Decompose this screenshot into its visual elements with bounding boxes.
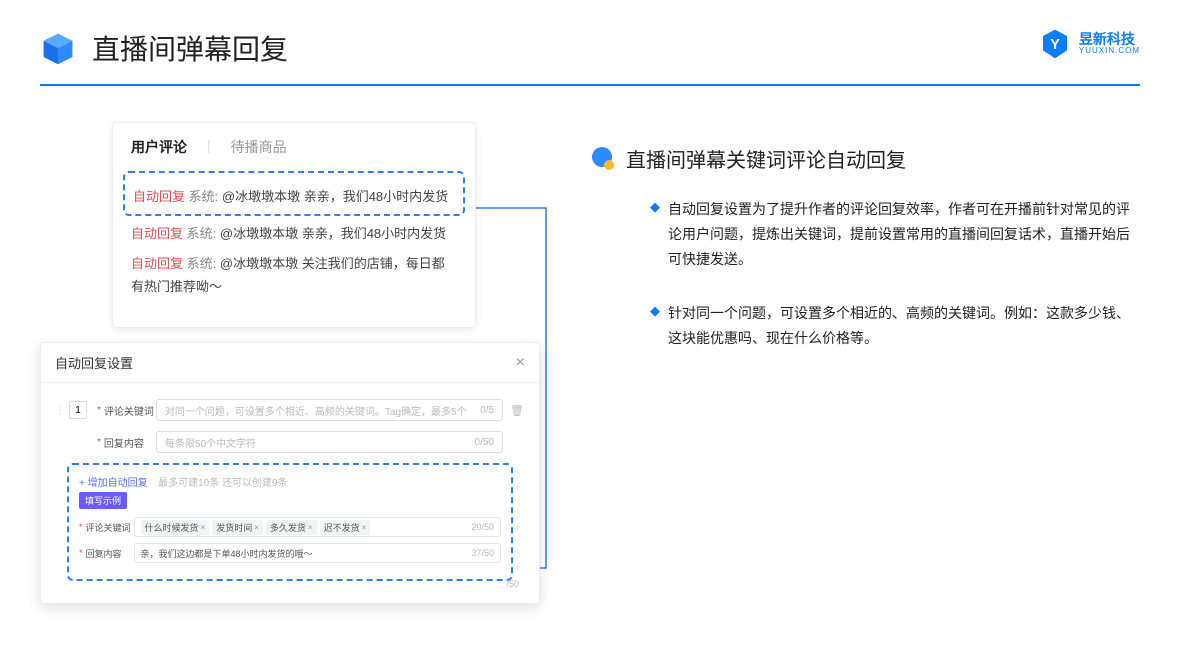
bullet-item: ◆ 自动回复设置为了提升作者的评论回复效率，作者可在开播前针对常见的评论用户问题… <box>650 197 1140 273</box>
settings-card: 自动回复设置 × ⋮⋮ 1 * 评论关键词 对同一个问题，可设置多个相近、高频的… <box>40 342 540 604</box>
ex-content-count: 37/50 <box>471 548 494 558</box>
content-count: 0/50 <box>475 437 494 448</box>
ex-content-text: 亲，我们这边都是下单48小时内发货的哦～ <box>141 547 313 560</box>
diamond-icon: ◆ <box>650 301 660 351</box>
tag-chip[interactable]: 发货时间× <box>212 520 263 535</box>
ex-keyword-label: 评论关键词 <box>86 521 134 534</box>
tag-remove-icon[interactable]: × <box>254 523 259 532</box>
main-content: 用户评论 | 待播商品 自动回复 系统: @冰墩墩本墩 亲亲，我们48小时内发货… <box>0 86 1180 602</box>
ex-keyword-count: 20/50 <box>471 522 494 532</box>
auto-reply-tag: 自动回复 <box>131 226 183 241</box>
example-keyword-row: * 评论关键词 什么时候发货×发货时间×多久发货×迟不发货× 20/50 <box>79 517 501 537</box>
close-icon[interactable]: × <box>516 354 525 372</box>
bullet-list: ◆ 自动回复设置为了提升作者的评论回复效率，作者可在开播前针对常见的评论用户问题… <box>590 197 1140 351</box>
keyword-count: 0/5 <box>480 405 494 416</box>
brand-sub: YUUXIN.COM <box>1079 47 1140 56</box>
auto-reply-tag: 自动回复 <box>133 189 185 204</box>
section-title: 直播间弹幕关键词评论自动回复 <box>626 144 906 173</box>
settings-title: 自动回复设置 <box>55 353 133 372</box>
content-label: 回复内容 <box>104 435 156 450</box>
comment-text: @冰墩墩本墩 亲亲，我们48小时内发货 <box>220 226 446 241</box>
example-badge: 填写示例 <box>79 492 127 509</box>
comment-tabs: 用户评论 | 待播商品 <box>131 137 457 157</box>
keyword-label: 评论关键词 <box>104 403 156 418</box>
system-label: 系统: <box>187 226 217 241</box>
system-label: 系统: <box>187 256 217 271</box>
example-content-row: * 回复内容 亲，我们这边都是下单48小时内发货的哦～ 37/50 <box>79 543 501 563</box>
ex-content-label: 回复内容 <box>86 547 134 560</box>
ex-keyword-input[interactable]: 什么时候发货×发货时间×多久发货×迟不发货× 20/50 <box>134 517 501 537</box>
svg-text:Y: Y <box>1050 37 1060 53</box>
keyword-row: ⋮⋮ 1 * 评论关键词 对同一个问题，可设置多个相近、高频的关键词。Tag确定… <box>55 399 525 421</box>
bullet-item: ◆ 针对同一个问题，可设置多个相近的、高频的关键词。例如：这款多少钱、这块能优惠… <box>650 301 1140 351</box>
ex-content-input[interactable]: 亲，我们这边都是下单48小时内发货的哦～ 37/50 <box>134 543 501 563</box>
add-hint: 最多可建10条 还可以创建9条 <box>158 478 287 489</box>
comment-card: 用户评论 | 待播商品 自动回复 系统: @冰墩墩本墩 亲亲，我们48小时内发货… <box>112 122 476 328</box>
content-input[interactable]: 每条限50个中文字符 0/50 <box>156 431 503 453</box>
bullet-text: 自动回复设置为了提升作者的评论回复效率，作者可在开播前针对常见的评论用户问题，提… <box>668 197 1140 273</box>
right-panel: 直播间弹幕关键词评论自动回复 ◆ 自动回复设置为了提升作者的评论回复效率，作者可… <box>590 122 1140 602</box>
keyword-input[interactable]: 对同一个问题，可设置多个相近、高频的关键词。Tag确定，最多5个 0/5 <box>156 399 503 421</box>
comment-row: 自动回复 系统: @冰墩墩本墩 关注我们的店铺，每日都有热门推荐呦～ <box>131 252 457 299</box>
row-index: 1 <box>69 401 87 419</box>
cube-icon <box>40 30 76 66</box>
bullet-text: 针对同一个问题，可设置多个相近的、高频的关键词。例如：这款多少钱、这块能优惠吗、… <box>668 301 1140 351</box>
tag-remove-icon[interactable]: × <box>308 523 313 532</box>
tag-remove-icon[interactable]: × <box>362 523 367 532</box>
comment-row: 自动回复 系统: @冰墩墩本墩 亲亲，我们48小时内发货 <box>133 185 455 208</box>
keyword-placeholder: 对同一个问题，可设置多个相近、高频的关键词。Tag确定，最多5个 <box>165 403 467 418</box>
bubble-icon <box>590 146 616 172</box>
highlighted-comment: 自动回复 系统: @冰墩墩本墩 亲亲，我们48小时内发货 <box>123 171 465 216</box>
auto-reply-tag: 自动回复 <box>131 256 183 271</box>
left-panel: 用户评论 | 待播商品 自动回复 系统: @冰墩墩本墩 亲亲，我们48小时内发货… <box>40 122 550 602</box>
add-auto-reply-link[interactable]: + 增加自动回复 <box>79 478 148 489</box>
section-heading: 直播间弹幕关键词评论自动回复 <box>590 144 1140 173</box>
page-header: 直播间弹幕回复 <box>0 0 1180 68</box>
example-block: + 增加自动回复 最多可建10条 还可以创建9条 填写示例 * 评论关键词 什么… <box>67 463 513 581</box>
drag-handle-icon[interactable]: ⋮⋮ <box>55 405 65 416</box>
tag-remove-icon[interactable]: × <box>201 523 206 532</box>
brand-logo-icon: Y <box>1039 28 1071 60</box>
comment-text: @冰墩墩本墩 亲亲，我们48小时内发货 <box>222 189 448 204</box>
tag-chip[interactable]: 迟不发货× <box>320 520 371 535</box>
system-label: 系统: <box>189 189 219 204</box>
required-star: * <box>79 522 83 532</box>
tag-chip[interactable]: 多久发货× <box>266 520 317 535</box>
required-star: * <box>97 437 101 448</box>
ex-tags-container: 什么时候发货×发货时间×多久发货×迟不发货× <box>141 520 374 535</box>
settings-title-bar: 自动回复设置 × <box>41 343 539 383</box>
outside-count: /50 <box>506 579 519 589</box>
content-row: * 回复内容 每条限50个中文字符 0/50 <box>55 431 525 453</box>
required-star: * <box>97 405 101 416</box>
trash-icon[interactable]: 🗑 <box>509 404 525 417</box>
comment-row: 自动回复 系统: @冰墩墩本墩 亲亲，我们48小时内发货 <box>131 222 457 245</box>
brand-name: 昱新科技 <box>1079 32 1140 47</box>
brand-block: Y 昱新科技 YUUXIN.COM <box>1039 28 1140 60</box>
tab-pending-goods[interactable]: 待播商品 <box>231 137 287 157</box>
tab-user-comments[interactable]: 用户评论 <box>131 137 187 157</box>
tag-chip[interactable]: 什么时候发货× <box>141 520 210 535</box>
page-title: 直播间弹幕回复 <box>92 28 288 68</box>
content-placeholder: 每条限50个中文字符 <box>165 435 256 450</box>
diamond-icon: ◆ <box>650 197 660 273</box>
required-star: * <box>79 548 83 558</box>
